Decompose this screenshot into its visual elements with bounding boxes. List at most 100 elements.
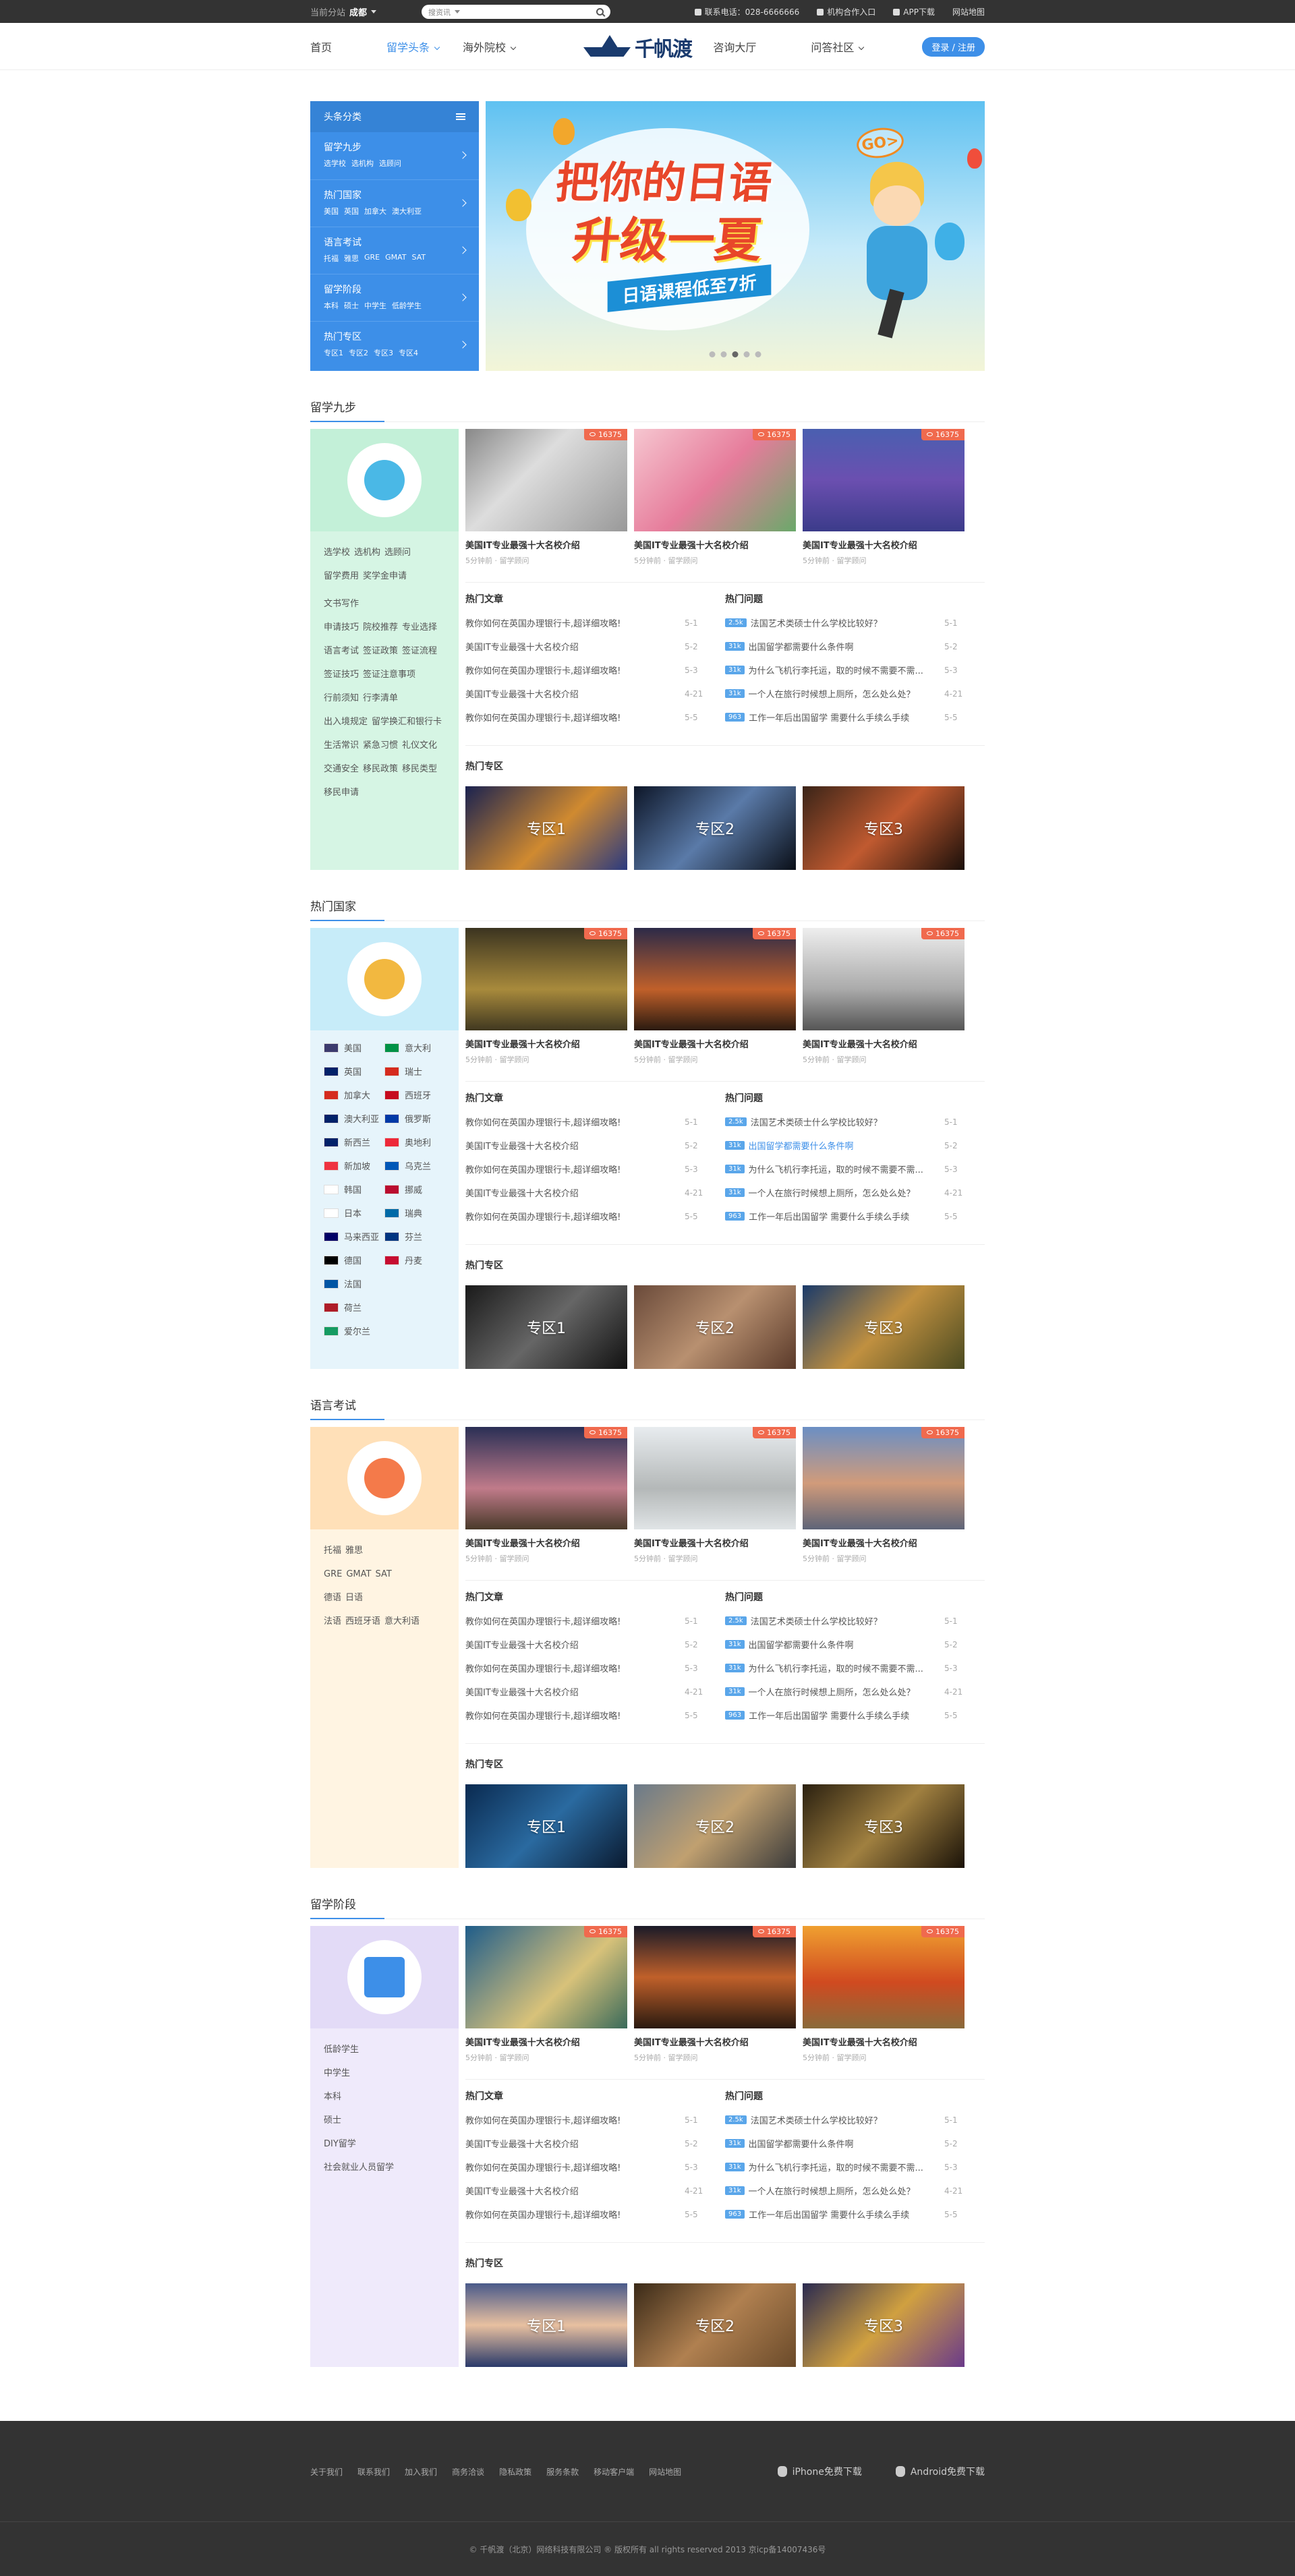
category-sub-link[interactable]: 选机构 bbox=[351, 158, 374, 169]
zone-tile[interactable]: 专区3 bbox=[803, 1784, 965, 1868]
list-item[interactable]: 教你如何在英国办理银行卡,超详细攻略! 5-1 bbox=[465, 2108, 725, 2132]
list-item[interactable]: 教你如何在英国办理银行卡,超详细攻略! 5-5 bbox=[465, 2202, 725, 2226]
list-item[interactable]: 963 工作一年后出国留学 需要什么手续么手续 5-5 bbox=[725, 705, 985, 729]
sidebar-link[interactable]: 留学换汇和银行卡 bbox=[372, 710, 442, 734]
list-item[interactable]: 教你如何在英国办理银行卡,超详细攻略! 5-3 bbox=[465, 1157, 725, 1181]
category-sub-link[interactable]: 本科 bbox=[324, 300, 339, 311]
category-item[interactable]: 语言考试 托福 雅思 GRE GMAT SAT bbox=[310, 227, 479, 274]
sidebar-link[interactable]: 紧急习惯 bbox=[363, 734, 398, 757]
sidebar-link[interactable]: 文书写作 bbox=[324, 592, 359, 616]
country-link[interactable]: 奥地利 bbox=[384, 1134, 445, 1150]
list-item[interactable]: 31k 一个人在旅行时候想上厕所，怎么处么处？ 4-21 bbox=[725, 1680, 985, 1703]
article-thumbnail[interactable]: 16375 bbox=[803, 1926, 965, 2028]
article-thumbnail[interactable]: 16375 bbox=[634, 1926, 796, 2028]
promo-banner[interactable]: 把你的日语 升级一夏 日语课程低至7折 GO> bbox=[486, 101, 985, 371]
category-item[interactable]: 留学阶段 本科 硕士 中学生 低龄学生 bbox=[310, 274, 479, 321]
list-item[interactable]: 美国IT专业最强十大名校介绍 4-21 bbox=[465, 2179, 725, 2202]
list-item[interactable]: 31k 为什么飞机行李托运，取的时候不需要不需... 5-3 bbox=[725, 2155, 985, 2179]
category-sub-link[interactable]: 美国 bbox=[324, 206, 339, 216]
category-sub-link[interactable]: 专区3 bbox=[374, 347, 393, 358]
list-item[interactable]: 963 工作一年后出国留学 需要什么手续么手续 5-5 bbox=[725, 1204, 985, 1228]
article-title[interactable]: 美国IT专业最强十大名校介绍 bbox=[803, 538, 965, 551]
country-link[interactable]: 芬兰 bbox=[384, 1229, 445, 1244]
sidebar-link[interactable]: 申请技巧 bbox=[324, 616, 359, 639]
list-item[interactable]: 31k 出国留学都需要什么条件啊 5-2 bbox=[725, 1134, 985, 1157]
country-link[interactable]: 法国 bbox=[324, 1276, 384, 1291]
zone-tile[interactable]: 专区2 bbox=[634, 786, 796, 870]
sidebar-link[interactable]: SAT bbox=[375, 1562, 391, 1586]
article-card[interactable]: 16375 美国IT专业最强十大名校介绍 5分钟前 · 留学顾问 bbox=[634, 928, 796, 1065]
nav-qa-community[interactable]: 问答社区 bbox=[811, 38, 909, 55]
country-link[interactable]: 乌克兰 bbox=[384, 1158, 445, 1173]
list-item[interactable]: 2.5k 法国艺术类硕士什么学校比较好？ 5-1 bbox=[725, 611, 985, 635]
list-item[interactable]: 教你如何在英国办理银行卡,超详细攻略! 5-3 bbox=[465, 658, 725, 682]
article-thumbnail[interactable]: 16375 bbox=[634, 429, 796, 531]
article-title[interactable]: 美国IT专业最强十大名校介绍 bbox=[465, 538, 627, 551]
sidebar-link[interactable]: DIY留学 bbox=[324, 2132, 356, 2156]
country-link[interactable]: 爱尔兰 bbox=[324, 1323, 384, 1339]
list-item[interactable]: 31k 一个人在旅行时候想上厕所，怎么处么处？ 4-21 bbox=[725, 2179, 985, 2202]
category-sub-link[interactable]: GMAT bbox=[385, 253, 406, 264]
country-link[interactable]: 韩国 bbox=[324, 1181, 384, 1197]
list-item[interactable]: 美国IT专业最强十大名校介绍 4-21 bbox=[465, 1181, 725, 1204]
footer-link[interactable]: 网站地图 bbox=[649, 2466, 681, 2478]
country-link[interactable]: 瑞典 bbox=[384, 1205, 445, 1221]
country-link[interactable]: 美国 bbox=[324, 1040, 384, 1055]
sidebar-link[interactable]: 签证流程 bbox=[402, 639, 437, 663]
sidebar-link[interactable]: 日语 bbox=[345, 1586, 363, 1610]
footer-link[interactable]: 服务条款 bbox=[546, 2466, 579, 2478]
top-search-input[interactable]: 搜资讯 bbox=[422, 5, 610, 19]
login-register-button[interactable]: 登录 / 注册 bbox=[922, 36, 985, 57]
android-download-link[interactable]: Android免费下载 bbox=[895, 2465, 985, 2478]
sidebar-link[interactable]: 法语 bbox=[324, 1610, 341, 1633]
article-card[interactable]: 16375 美国IT专业最强十大名校介绍 5分钟前 · 留学顾问 bbox=[634, 1427, 796, 1564]
list-item[interactable]: 教你如何在英国办理银行卡,超详细攻略! 5-1 bbox=[465, 1110, 725, 1134]
sidebar-link[interactable]: 选机构 bbox=[354, 541, 380, 564]
list-item[interactable]: 2.5k 法国艺术类硕士什么学校比较好？ 5-1 bbox=[725, 1110, 985, 1134]
article-title[interactable]: 美国IT专业最强十大名校介绍 bbox=[634, 1536, 796, 1549]
zone-tile[interactable]: 专区2 bbox=[634, 1784, 796, 1868]
sidebar-link[interactable]: 低龄学生 bbox=[324, 2038, 359, 2061]
article-card[interactable]: 16375 美国IT专业最强十大名校介绍 5分钟前 · 留学顾问 bbox=[803, 429, 965, 566]
zone-tile[interactable]: 专区1 bbox=[465, 1285, 627, 1369]
sidebar-link[interactable]: 移民类型 bbox=[402, 757, 437, 781]
carousel-dot[interactable] bbox=[720, 351, 727, 357]
country-link[interactable]: 英国 bbox=[324, 1063, 384, 1079]
zone-tile[interactable]: 专区1 bbox=[465, 2283, 627, 2367]
sidebar-link[interactable]: 意大利语 bbox=[384, 1610, 420, 1633]
country-link[interactable]: 澳大利亚 bbox=[324, 1111, 384, 1126]
sidebar-link[interactable]: 签证注意事项 bbox=[363, 663, 415, 686]
article-title[interactable]: 美国IT专业最强十大名校介绍 bbox=[803, 2035, 965, 2048]
country-link[interactable]: 西班牙 bbox=[384, 1087, 445, 1103]
article-thumbnail[interactable]: 16375 bbox=[634, 928, 796, 1030]
sidebar-link[interactable]: 移民申请 bbox=[324, 781, 359, 804]
list-item[interactable]: 31k 为什么飞机行李托运，取的时候不需要不需... 5-3 bbox=[725, 1157, 985, 1181]
list-item[interactable]: 美国IT专业最强十大名校介绍 4-21 bbox=[465, 1680, 725, 1703]
sidebar-link[interactable]: 社会就业人员留学 bbox=[324, 2156, 394, 2179]
list-item[interactable]: 963 工作一年后出国留学 需要什么手续么手续 5-5 bbox=[725, 2202, 985, 2226]
country-link[interactable]: 意大利 bbox=[384, 1040, 445, 1055]
category-sub-link[interactable]: 加拿大 bbox=[364, 206, 386, 216]
sidebar-link[interactable]: GMAT bbox=[346, 1562, 371, 1586]
sidebar-link[interactable]: 出入境规定 bbox=[324, 710, 368, 734]
article-thumbnail[interactable]: 16375 bbox=[465, 1926, 627, 2028]
sidebar-link[interactable]: 院校推荐 bbox=[363, 616, 398, 639]
list-item[interactable]: 31k 一个人在旅行时候想上厕所，怎么处么处？ 4-21 bbox=[725, 1181, 985, 1204]
list-item[interactable]: 31k 一个人在旅行时候想上厕所，怎么处么处？ 4-21 bbox=[725, 682, 985, 705]
sidebar-link[interactable]: 选顾问 bbox=[384, 541, 411, 564]
list-item[interactable]: 教你如何在英国办理银行卡,超详细攻略! 5-3 bbox=[465, 2155, 725, 2179]
sidebar-link[interactable]: 本科 bbox=[324, 2085, 341, 2109]
article-title[interactable]: 美国IT专业最强十大名校介绍 bbox=[803, 1037, 965, 1050]
article-thumbnail[interactable]: 16375 bbox=[803, 928, 965, 1030]
category-sub-link[interactable]: 澳大利亚 bbox=[392, 206, 422, 216]
list-item[interactable]: 31k 为什么飞机行李托运，取的时候不需要不需... 5-3 bbox=[725, 658, 985, 682]
sidebar-link[interactable]: 德语 bbox=[324, 1586, 341, 1610]
list-item[interactable]: 教你如何在英国办理银行卡,超详细攻略! 5-1 bbox=[465, 1609, 725, 1633]
category-sub-link[interactable]: GRE bbox=[364, 253, 380, 264]
country-link[interactable]: 俄罗斯 bbox=[384, 1111, 445, 1126]
list-item[interactable]: 教你如何在英国办理银行卡,超详细攻略! 5-1 bbox=[465, 611, 725, 635]
article-thumbnail[interactable]: 16375 bbox=[465, 1427, 627, 1529]
list-item[interactable]: 教你如何在英国办理银行卡,超详细攻略! 5-5 bbox=[465, 1703, 725, 1727]
list-item[interactable]: 教你如何在英国办理银行卡,超详细攻略! 5-5 bbox=[465, 705, 725, 729]
carousel-dot[interactable] bbox=[755, 351, 761, 357]
